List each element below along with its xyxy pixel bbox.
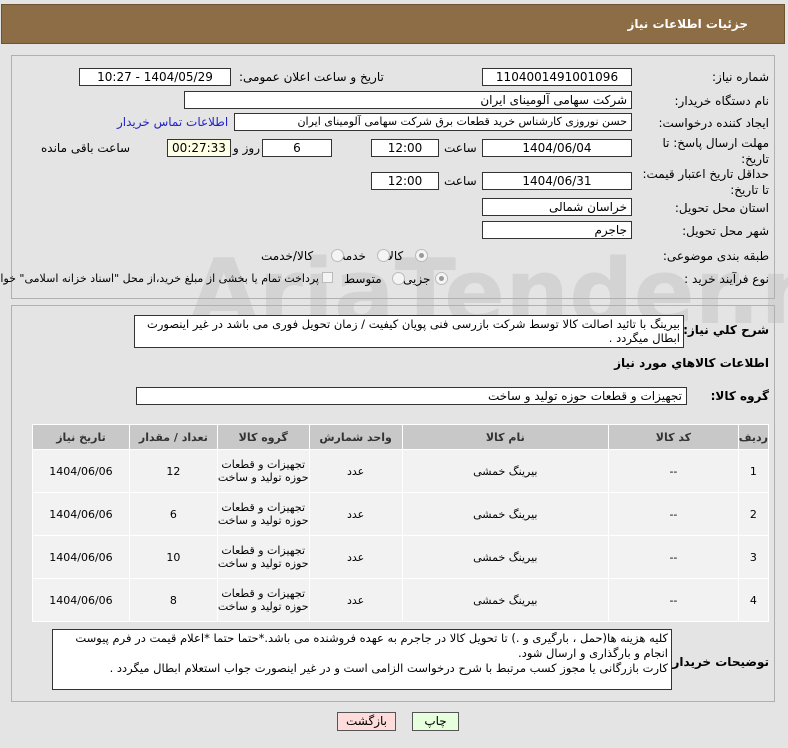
creator-field: حسن نوروزی کارشناس خرید قطعات برق شرکت س… bbox=[235, 113, 633, 131]
cell-qty: 12 bbox=[129, 449, 219, 493]
table-header-row: ردیف کد کالا نام کالا واحد شمارش گروه کا… bbox=[33, 424, 771, 450]
city-label: شهر محل تحویل: bbox=[683, 224, 770, 238]
buyer-contact-link[interactable]: اطلاعات تماس خریدار bbox=[118, 115, 229, 129]
cell-group: تجهیزات و قطعات حوزه تولید و ساخت bbox=[217, 492, 311, 536]
col-unit: واحد شمارش bbox=[309, 424, 404, 450]
buyer-org-field: شرکت سهامی آلومینای ایران bbox=[185, 91, 633, 109]
col-code: کد کالا bbox=[609, 424, 740, 450]
summary-label: شرح کلي نیاز: bbox=[684, 323, 770, 337]
cell-qty: 10 bbox=[129, 535, 219, 579]
cell-qty: 8 bbox=[129, 578, 219, 622]
table-row: 3 -- بیرینگ خمشی عدد تجهیزات و قطعات حوزه تو… bbox=[33, 535, 771, 579]
cell-date: 1404/06/06 bbox=[33, 492, 131, 536]
validity-label: حداقل تاریخ اعتبار قیمت: تا تاریخ: bbox=[643, 167, 770, 197]
notes-label: توضیحات خریدار: bbox=[668, 655, 770, 669]
validity-date-field: 1404/06/31 bbox=[483, 172, 633, 190]
days-field: 6 bbox=[263, 139, 333, 157]
category-goods-service-label: کالا/خدمت bbox=[262, 249, 315, 263]
category-goods-radio[interactable] bbox=[416, 249, 429, 262]
goods-table: ردیف کد کالا نام کالا واحد شمارش گروه کا… bbox=[33, 424, 771, 622]
col-group: گروه کالا bbox=[217, 424, 311, 450]
col-date: تاریخ نیاز bbox=[33, 424, 131, 450]
treasury-note: پرداخت تمام یا بخشی از مبلغ خرید،از محل … bbox=[0, 272, 320, 285]
cell-code: -- bbox=[609, 578, 740, 622]
cell-name: بیرینگ خمشی bbox=[402, 535, 611, 579]
cell-name: بیرینگ خمشی bbox=[402, 492, 611, 536]
announce-field: 1404/05/29 - 10:27 bbox=[80, 68, 232, 86]
cell-row: 1 bbox=[738, 449, 771, 493]
validity-time-label: ساعت bbox=[445, 174, 478, 188]
process-minor-label: جزیی bbox=[404, 272, 432, 286]
col-qty: تعداد / مقدار bbox=[129, 424, 219, 450]
cell-qty: 6 bbox=[129, 492, 219, 536]
cell-row: 4 bbox=[738, 578, 771, 622]
deadline-label: مهلت ارسال پاسخ: تا تاریخ: bbox=[663, 136, 770, 166]
deadline-time-field: 12:00 bbox=[372, 139, 440, 157]
category-label: طبقه بندی موضوعی: bbox=[663, 249, 770, 263]
remaining-time-field: 00:27:33 bbox=[168, 139, 232, 157]
cell-date: 1404/06/06 bbox=[33, 449, 131, 493]
cell-group: تجهیزات و قطعات حوزه تولید و ساخت bbox=[217, 535, 311, 579]
cell-unit: عدد bbox=[309, 578, 404, 622]
summary-textarea[interactable]: بیرینگ با تائید اصالت کالا توسط شرکت باز… bbox=[135, 315, 685, 348]
category-service-radio[interactable] bbox=[378, 249, 391, 262]
cell-unit: عدد bbox=[309, 449, 404, 493]
need-number-label: شماره نیاز: bbox=[713, 70, 770, 84]
process-minor-radio[interactable] bbox=[436, 272, 449, 285]
category-goods-service-radio[interactable] bbox=[332, 249, 345, 262]
process-medium-radio[interactable] bbox=[393, 272, 406, 285]
cell-unit: عدد bbox=[309, 535, 404, 579]
announce-label: تاریخ و ساعت اعلان عمومی: bbox=[240, 70, 385, 84]
page-title: جزئیات اطلاعات نیاز bbox=[628, 17, 749, 31]
cell-unit: عدد bbox=[309, 492, 404, 536]
creator-label: ایجاد کننده درخواست: bbox=[659, 116, 770, 130]
col-name: نام کالا bbox=[402, 424, 611, 450]
province-label: استان محل تحویل: bbox=[675, 201, 770, 215]
cell-name: بیرینگ خمشی bbox=[402, 449, 611, 493]
treasury-checkbox[interactable] bbox=[323, 272, 334, 283]
cell-name: بیرینگ خمشی bbox=[402, 578, 611, 622]
table-row: 4 -- بیرینگ خمشی عدد تجهیزات و قطعات حوزه تو… bbox=[33, 578, 771, 622]
goods-table-wrap: ردیف کد کالا نام کالا واحد شمارش گروه کا… bbox=[33, 424, 771, 622]
validity-time-field: 12:00 bbox=[372, 172, 440, 190]
cell-row: 3 bbox=[738, 535, 771, 579]
back-button[interactable]: بازگشت bbox=[338, 712, 397, 731]
group-field: تجهیزات و قطعات حوزه تولید و ساخت bbox=[137, 387, 688, 405]
goods-section-title: اطلاعات کالاهاي مورد نیاز bbox=[615, 356, 770, 370]
col-row: ردیف bbox=[738, 424, 771, 450]
cell-code: -- bbox=[609, 492, 740, 536]
cell-code: -- bbox=[609, 449, 740, 493]
table-row: 1 -- بیرینگ خمشی عدد تجهیزات و قطعات حوزه تو… bbox=[33, 449, 771, 493]
cell-date: 1404/06/06 bbox=[33, 535, 131, 579]
cell-group: تجهیزات و قطعات حوزه تولید و ساخت bbox=[217, 578, 311, 622]
table-row: 2 -- بیرینگ خمشی عدد تجهیزات و قطعات حوزه تو… bbox=[33, 492, 771, 536]
cell-code: -- bbox=[609, 535, 740, 579]
print-button[interactable]: چاپ bbox=[413, 712, 460, 731]
process-medium-label: متوسط bbox=[345, 272, 383, 286]
group-label: گروه کالا: bbox=[711, 389, 770, 403]
province-field: خراسان شمالی bbox=[483, 198, 633, 216]
cell-row: 2 bbox=[738, 492, 771, 536]
deadline-date-field: 1404/06/04 bbox=[483, 139, 633, 157]
page-header: جزئیات اطلاعات نیاز bbox=[2, 4, 786, 44]
need-number-field: 1104001491001096 bbox=[483, 68, 633, 86]
process-label: نوع فرآیند خرید : bbox=[685, 272, 770, 286]
remaining-label: ساعت باقی مانده bbox=[42, 141, 132, 155]
cell-date: 1404/06/06 bbox=[33, 578, 131, 622]
cell-group: تجهیزات و قطعات حوزه تولید و ساخت bbox=[217, 449, 311, 493]
deadline-time-label: ساعت bbox=[445, 141, 478, 155]
buyer-org-label: نام دستگاه خریدار: bbox=[675, 94, 771, 108]
days-label: روز و bbox=[234, 141, 261, 155]
city-field: جاجرم bbox=[483, 221, 633, 239]
notes-textarea[interactable]: کلیه هزینه ها(حمل ، بارگیری و .) تا تحوی… bbox=[53, 629, 673, 690]
